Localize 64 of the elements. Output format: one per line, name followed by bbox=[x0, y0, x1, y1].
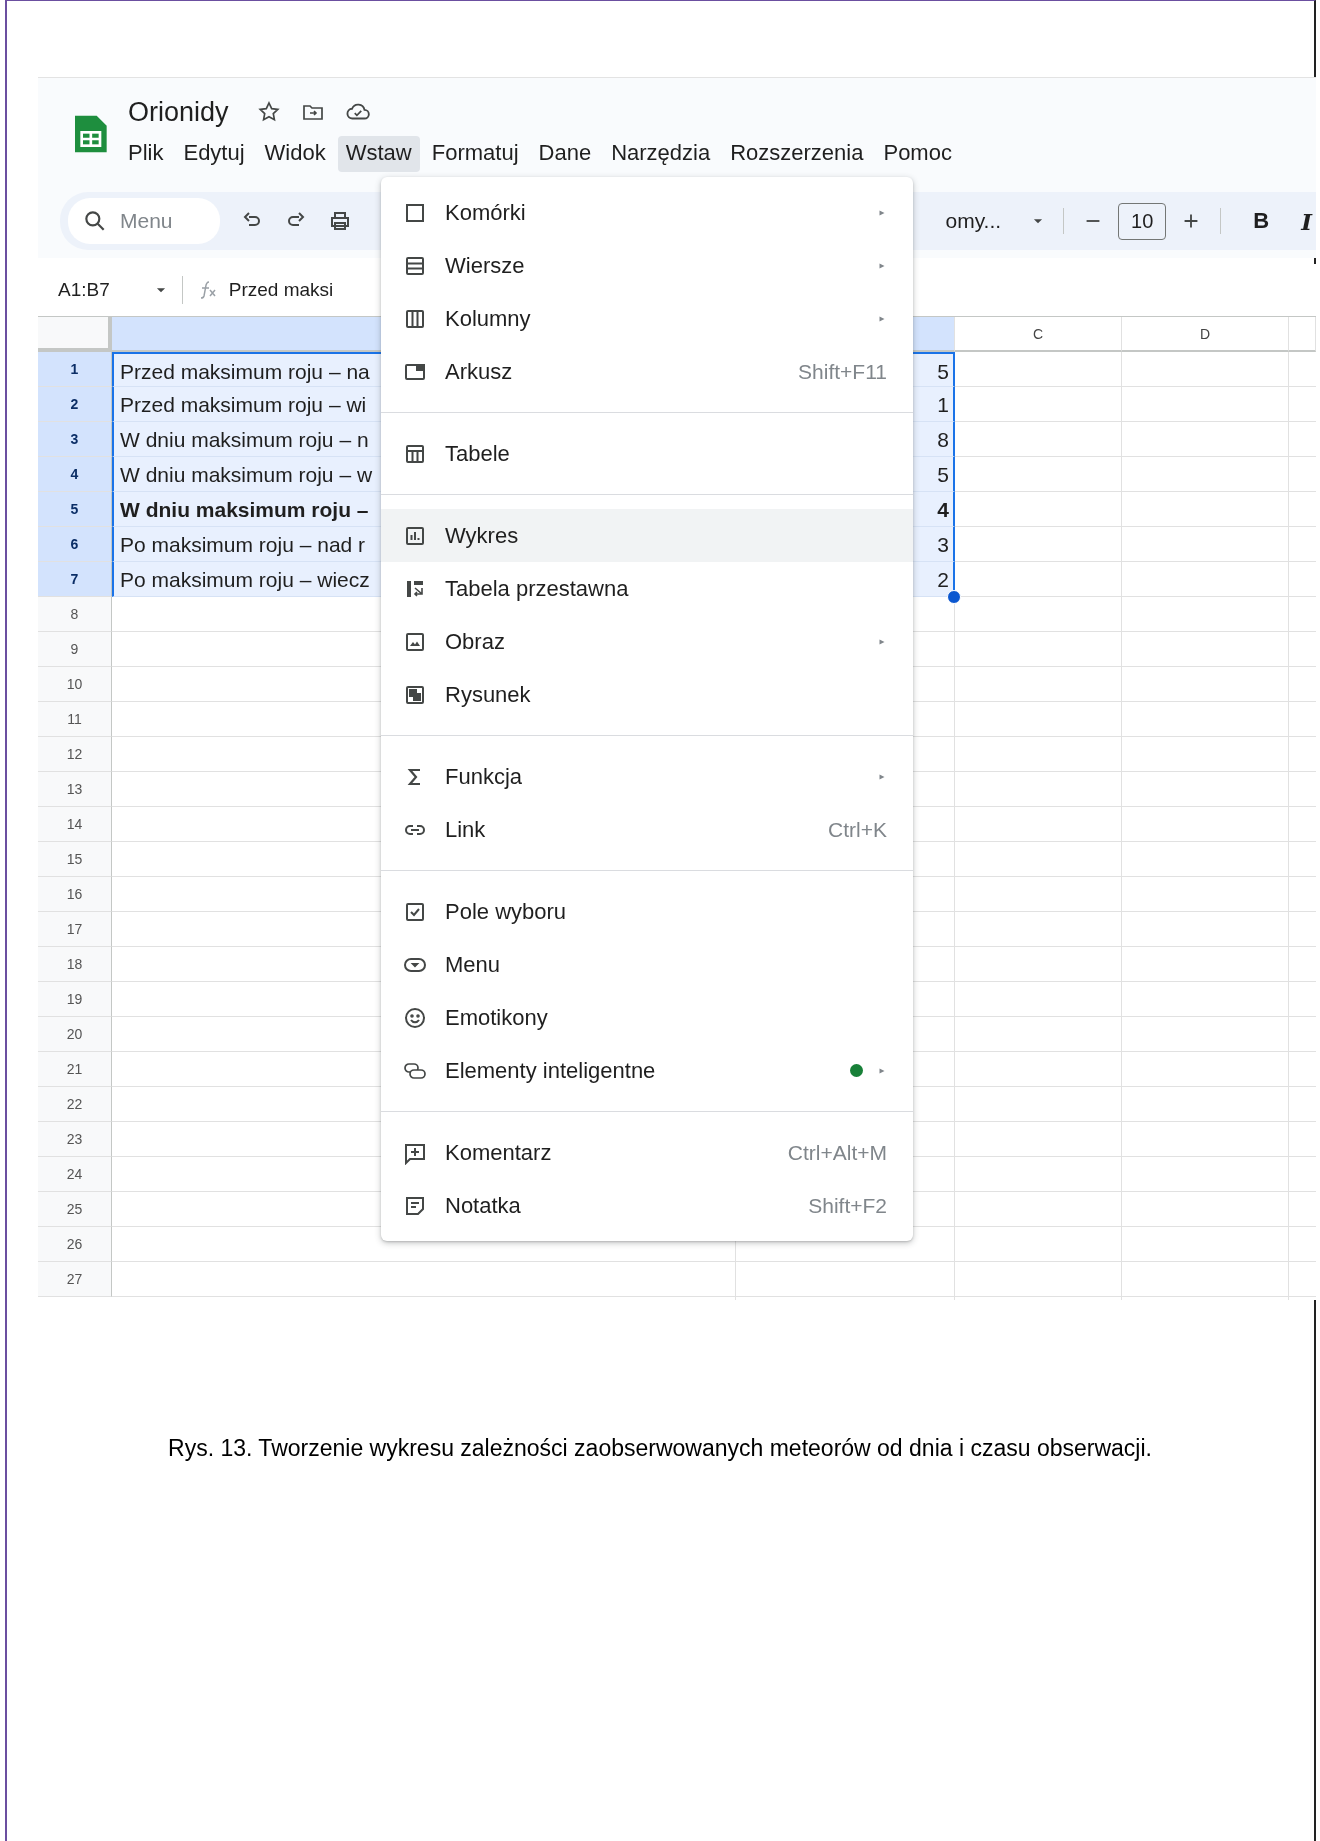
menu-item[interactable]: Kolumny bbox=[381, 292, 913, 345]
menu-item[interactable]: Notatka Shift+F2 bbox=[381, 1179, 913, 1232]
row-header[interactable]: 22 bbox=[38, 1087, 112, 1122]
row-header[interactable]: 13 bbox=[38, 772, 112, 807]
row-header[interactable]: 12 bbox=[38, 737, 112, 772]
menu-item[interactable]: Obraz bbox=[381, 615, 913, 668]
print-icon[interactable] bbox=[328, 209, 352, 233]
menu-item[interactable]: Pole wyboru bbox=[381, 885, 913, 938]
row-header[interactable]: 16 bbox=[38, 877, 112, 912]
row-header[interactable]: 3 bbox=[38, 422, 112, 457]
menu-item[interactable]: Emotikony bbox=[381, 991, 913, 1044]
row-header[interactable]: 5 bbox=[38, 492, 112, 527]
formula-content[interactable]: Przed maksi bbox=[228, 279, 334, 301]
font-size-field[interactable]: 10 bbox=[1118, 202, 1167, 240]
menu-item[interactable]: Wykres bbox=[381, 509, 913, 562]
row-header[interactable]: 11 bbox=[38, 702, 112, 737]
row-header[interactable]: 24 bbox=[38, 1157, 112, 1192]
menu-item[interactable]: Menu bbox=[381, 938, 913, 991]
row-header[interactable]: 18 bbox=[38, 947, 112, 982]
figure-caption: Rys. 13. Tworzenie wykresu zależności zaobserwowanych meteorów od dnia i czasu obserwacji. bbox=[167, 1435, 1153, 1462]
menu-item[interactable]: Elementy inteligentne bbox=[381, 1044, 913, 1097]
menu-item[interactable]: Komórki bbox=[381, 186, 913, 239]
search-field[interactable]: Menu bbox=[68, 198, 220, 244]
menu-item[interactable]: Wstaw bbox=[337, 136, 420, 172]
menu-item[interactable]: Wiersze bbox=[381, 239, 913, 292]
name-box[interactable]: A1:B7 bbox=[52, 275, 174, 305]
row-header[interactable]: 25 bbox=[38, 1192, 112, 1227]
row-header[interactable]: 21 bbox=[38, 1052, 112, 1087]
cell-reference: A1:B7 bbox=[58, 279, 110, 301]
row-header[interactable]: 17 bbox=[38, 912, 112, 947]
menu-item[interactable]: Rozszerzenia bbox=[722, 136, 872, 172]
menu-item[interactable]: Widok bbox=[256, 136, 334, 172]
document-title[interactable]: Orionidy bbox=[128, 96, 229, 128]
menu-item[interactable]: Komentarz Ctrl+Alt+M bbox=[381, 1126, 913, 1179]
row-header[interactable]: 9 bbox=[38, 632, 112, 667]
row-header[interactable]: 15 bbox=[38, 842, 112, 877]
fill-handle[interactable] bbox=[947, 590, 961, 604]
row-header[interactable]: 14 bbox=[38, 807, 112, 842]
row-header[interactable]: 27 bbox=[38, 1262, 112, 1297]
menu-item[interactable]: Link Ctrl+K bbox=[381, 803, 913, 856]
menu-item[interactable]: Pomoc bbox=[875, 136, 960, 172]
smiley-icon bbox=[403, 1005, 427, 1030]
row-header[interactable]: 23 bbox=[38, 1122, 112, 1157]
row-header[interactable]: 19 bbox=[38, 982, 112, 1017]
row-header[interactable]: 4 bbox=[38, 457, 112, 492]
menu-item[interactable]: Formatuj bbox=[423, 136, 527, 172]
menu-item[interactable]: Dane bbox=[530, 136, 600, 172]
row-header[interactable]: 26 bbox=[38, 1227, 112, 1262]
menu-item[interactable]: Edytuj bbox=[175, 136, 253, 172]
italic-button[interactable]: I bbox=[1297, 207, 1316, 235]
star-icon[interactable] bbox=[256, 100, 281, 124]
row-header[interactable]: 7 bbox=[38, 562, 112, 597]
menu-item[interactable]: Narzędzia bbox=[603, 136, 719, 172]
bold-button[interactable]: B bbox=[1239, 208, 1284, 234]
row-header[interactable]: 1 bbox=[38, 352, 112, 387]
menu-item[interactable]: Plik bbox=[120, 136, 172, 172]
menu-item[interactable]: Rysunek bbox=[381, 668, 913, 721]
row-header[interactable]: 20 bbox=[38, 1017, 112, 1052]
font-dropdown[interactable]: omy... bbox=[945, 209, 1002, 233]
row-header[interactable]: 2 bbox=[38, 387, 112, 422]
row-header[interactable]: 8 bbox=[38, 597, 112, 632]
row-header[interactable]: 10 bbox=[38, 667, 112, 702]
row-header[interactable]: 6 bbox=[38, 527, 112, 562]
menu-item[interactable]: Funkcja bbox=[381, 750, 913, 803]
